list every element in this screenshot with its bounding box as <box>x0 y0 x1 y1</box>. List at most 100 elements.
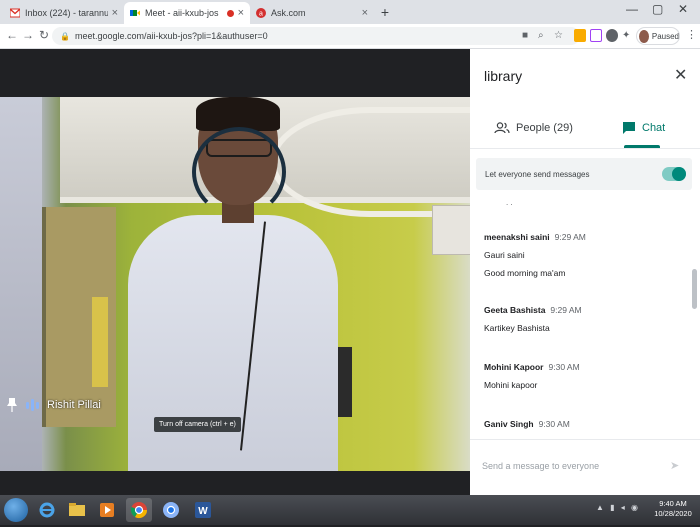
meet-stage: Rishit Pillai Turn off camera (ctrl + e) <box>0 49 470 495</box>
participant-hair <box>196 97 280 131</box>
video-wall <box>0 97 42 471</box>
video-cloth <box>92 297 108 387</box>
participant-torso <box>128 215 338 471</box>
message-text: Good morning ma'am <box>484 268 566 278</box>
participant-headphones <box>192 127 286 217</box>
toggle-label: Let everyone send messages <box>485 169 590 179</box>
chat-message-input[interactable]: Send a message to everyone <box>482 461 599 471</box>
side-panel: library ✕ People (29) Chat Let everyone … <box>470 49 700 495</box>
bookmark-star-icon[interactable]: ☆ <box>554 30 563 41</box>
message-text: Mohini kapoor <box>484 380 538 390</box>
chrome-alt-icon[interactable] <box>158 498 184 522</box>
word-icon[interactable]: W <box>190 498 216 522</box>
people-tab-label: People (29) <box>516 122 573 134</box>
participant-name-row: Rishit Pillai <box>6 396 101 414</box>
message-sender: Mohini Kapoor <box>484 362 544 372</box>
participant-video[interactable] <box>0 97 470 471</box>
message-text: Gauri saini <box>484 250 525 260</box>
chat-scrollbar[interactable] <box>692 269 697 309</box>
browser-tab-strip: Inbox (224) - tarannum@theindi × Meet - … <box>0 0 700 24</box>
video-air-conditioner <box>432 205 470 255</box>
chat-icon <box>623 122 635 134</box>
message-sender: Ganiv Singh <box>484 419 534 429</box>
message-time: 9:30 AM <box>538 419 570 429</box>
avatar <box>639 29 649 43</box>
media-player-icon[interactable] <box>94 498 120 522</box>
forward-icon[interactable]: → <box>20 28 36 42</box>
back-icon[interactable]: ← <box>4 28 20 42</box>
close-tab-icon[interactable]: × <box>238 7 244 19</box>
chat-message: Ganiv Singh 9:30 AM <box>484 419 684 429</box>
video-ceiling-cove <box>270 107 470 217</box>
message-time: 9:29 AM <box>550 305 582 315</box>
lock-icon: 🔒 <box>60 31 70 41</box>
send-messages-toggle[interactable] <box>662 167 686 181</box>
file-explorer-icon[interactable] <box>64 498 90 522</box>
profile-status: Paused <box>651 31 679 41</box>
maximize-button[interactable]: ▢ <box>652 2 663 16</box>
panel-title: library <box>484 68 523 84</box>
chat-message: meenakshi saini 9:29 AM Gauri saini Good … <box>484 232 684 278</box>
taskbar-clock[interactable]: 9:40 AM 10/28/2020 <box>650 499 696 519</box>
toggle-knob <box>672 167 686 181</box>
close-tab-icon[interactable]: × <box>112 7 118 19</box>
chat-message: Geeta Bashista 9:29 AM Kartikey Bashista <box>484 305 684 333</box>
close-tab-icon[interactable]: × <box>362 7 368 19</box>
clock-date: 10/28/2020 <box>654 509 692 518</box>
meet-icon <box>130 10 140 16</box>
chrome-icon[interactable] <box>126 498 152 522</box>
clock-time: 9:40 AM <box>659 499 687 508</box>
zoom-icon[interactable]: ⌕ <box>538 30 544 41</box>
chat-message: Mohini Kapoor 9:30 AM Mohini kapoor <box>484 362 684 390</box>
extension-purple-icon[interactable] <box>590 29 602 42</box>
ask-icon: a <box>256 8 266 18</box>
close-panel-icon[interactable]: ✕ <box>674 65 687 85</box>
recording-dot-icon <box>226 9 234 17</box>
message-time: 9:30 AM <box>548 362 580 372</box>
participant-name: Rishit Pillai <box>47 399 101 411</box>
message-time: 9:29 AM <box>554 232 586 242</box>
audio-level-icon <box>26 399 39 411</box>
tab-people[interactable]: People (29) <box>494 111 573 145</box>
pin-icon[interactable] <box>6 397 18 413</box>
message-sender: Geeta Bashista <box>484 305 546 315</box>
chat-tab-label: Chat <box>642 122 666 134</box>
extension-download-icon[interactable] <box>574 29 586 42</box>
svg-text:a: a <box>259 11 263 18</box>
browser-toolbar: ← → ↻ 🔒 meet.google.com/aii-kxub-jos?pli… <box>0 24 700 49</box>
gmail-icon <box>10 8 20 18</box>
url-text: meet.google.com/aii-kxub-jos?pli=1&authu… <box>74 31 268 41</box>
internet-explorer-icon[interactable] <box>34 498 60 522</box>
svg-text:W: W <box>198 506 208 517</box>
system-tray-icons[interactable]: ▲ ▮ ◂ ◉ <box>596 503 640 512</box>
tab-gmail[interactable]: Inbox (224) - tarannum@theindi × <box>4 2 124 24</box>
send-icon[interactable]: ➤ <box>670 459 679 472</box>
camera-tooltip: Turn off camera (ctrl + e) <box>154 417 241 432</box>
tab-title: Ask.com <box>271 8 306 18</box>
new-tab-button[interactable]: + <box>377 4 393 20</box>
extension-circle-icon[interactable] <box>606 29 618 42</box>
address-bar[interactable]: 🔒 meet.google.com/aii-kxub-jos?pli=1&aut… <box>52 27 580 45</box>
message-text: Kartikey Bashista <box>484 323 550 333</box>
reload-icon[interactable]: ↻ <box>36 28 52 42</box>
close-window-button[interactable]: ✕ <box>678 2 688 16</box>
truncated-message: . . <box>506 198 513 207</box>
tab-chat[interactable]: Chat <box>622 111 665 145</box>
divider <box>470 439 700 440</box>
divider <box>470 148 700 149</box>
tab-ask[interactable]: a Ask.com × <box>250 2 374 24</box>
people-icon <box>494 122 510 134</box>
tab-title: Meet - aii-kxub-jos <box>145 8 219 18</box>
camera-permission-icon[interactable]: ■ <box>522 30 528 41</box>
video-speaker <box>336 347 352 417</box>
send-messages-setting: Let everyone send messages <box>476 158 692 190</box>
extensions-puzzle-icon[interactable]: ✦ <box>622 30 630 41</box>
menu-kebab-icon[interactable]: ⋮ <box>686 28 697 41</box>
tab-title: Inbox (224) - tarannum@theindi <box>25 8 108 18</box>
profile-paused-button[interactable]: Paused <box>636 27 680 45</box>
minimize-button[interactable]: — <box>626 2 638 16</box>
message-sender: meenakshi saini <box>484 232 550 242</box>
windows-taskbar: W ▲ ▮ ◂ ◉ 9:40 AM 10/28/2020 <box>0 495 700 525</box>
tab-meet[interactable]: Meet - aii-kxub-jos × <box>124 2 250 24</box>
windows-start-icon[interactable] <box>4 498 28 522</box>
